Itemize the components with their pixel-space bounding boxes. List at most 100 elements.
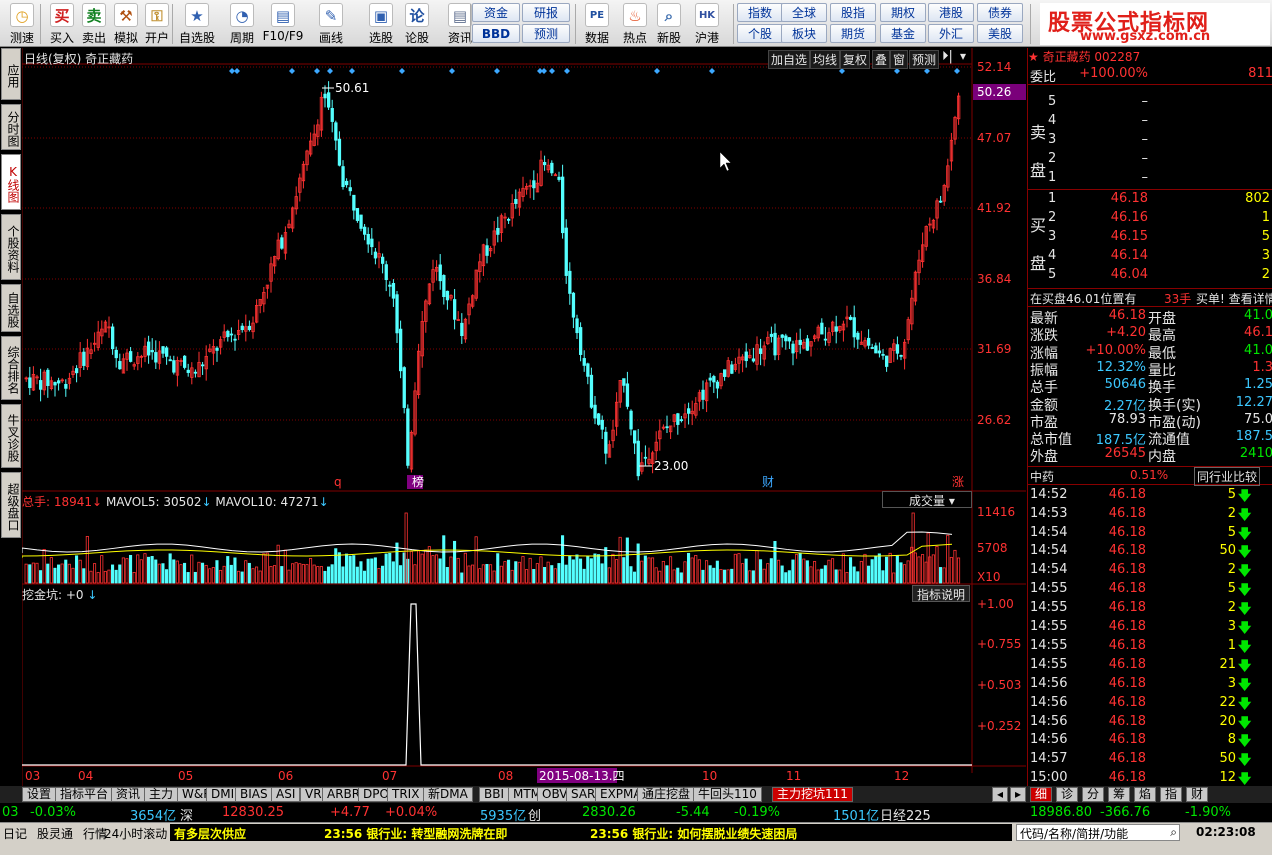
expand-icon[interactable]: ⏵| [942, 49, 953, 64]
toolbar-clock-button[interactable]: ◷ 测速 [5, 2, 39, 45]
ask-row[interactable]: 1– [1028, 170, 1272, 189]
indicator-tab-13[interactable]: BBI [479, 787, 510, 802]
toolbar-quick-13[interactable]: 基金 [880, 24, 926, 43]
indicator-tab-6[interactable]: BIAS [235, 787, 273, 802]
toolbar-lock-button[interactable]: ⚿ 开户 [140, 2, 174, 45]
news-scroller[interactable]: 有多层次供应 23:56 银行业: 转型融网洗牌在即 23:56 银行业: 如何摆脱… [170, 824, 1012, 841]
ask-row[interactable]: 5– [1028, 94, 1272, 113]
quote-tab-2[interactable]: 分 [1082, 787, 1105, 802]
quote-tab-6[interactable]: 财 [1186, 787, 1209, 802]
toolbar-quick-5[interactable]: 全球 [781, 3, 827, 22]
notice-action[interactable]: 买单! 查看详情 [1196, 290, 1272, 307]
news-item[interactable]: 有多层次供应 [174, 825, 246, 842]
ask-row[interactable]: 3– [1028, 132, 1272, 151]
toolbar-quick-15[interactable]: 美股 [977, 24, 1023, 43]
toolbar-quick-14[interactable]: 外汇 [928, 24, 974, 43]
left-tab-0[interactable]: 应用 [1, 48, 21, 100]
volume-bar [561, 535, 565, 584]
chart-button-1[interactable]: 均线 [810, 50, 841, 69]
toolbar-select-stock-button[interactable]: ▣ 选股 [360, 2, 402, 45]
indicator-help-button[interactable]: 指标说明 [912, 585, 971, 602]
order-notice[interactable]: 在买盘46.01位置有 33手 买单! 查看详情 [1028, 288, 1272, 307]
chevron-down-icon[interactable]: ▾ [960, 49, 966, 63]
indicator-tab-7[interactable]: ASI [271, 787, 301, 802]
toolbar-new-stock-button[interactable]: ⌕ 新股 [652, 2, 686, 45]
left-tab-1[interactable]: 分时图 [1, 104, 21, 150]
bid-row[interactable]: 3 46.15 5 [1028, 229, 1272, 248]
chart-button-5[interactable]: 预测 [909, 50, 940, 69]
search-icon[interactable]: ⌕ [1170, 825, 1177, 840]
left-tab-6[interactable]: 牛叉诊股 [1, 404, 21, 468]
toolbar-quick-10[interactable]: 个股 [737, 24, 783, 43]
bid-row[interactable]: 5 46.04 2 [1028, 267, 1272, 286]
toolbar-sell-button[interactable]: 卖卖出 [77, 2, 111, 45]
status-button-1[interactable]: 股灵通 [34, 825, 76, 842]
volume-bar [409, 550, 413, 584]
scroll-right-icon[interactable]: ▸ [1010, 787, 1027, 802]
ask-row[interactable]: 4– [1028, 113, 1272, 132]
toolbar-quick-3[interactable]: 预测 [522, 24, 570, 43]
indicator-tab-2[interactable]: 资讯 [111, 787, 146, 802]
scroll-left-icon[interactable]: ◂ [992, 787, 1009, 802]
toolbar-quick-12[interactable]: 期货 [830, 24, 876, 43]
volume-bar [463, 552, 467, 584]
toolbar-hk-connect-button[interactable]: HK 沪港通 [690, 2, 724, 62]
kline-chart-area[interactable]: 52.14 47.07 41.92 36.84 31.69 26.62 50.26 50.61… [22, 48, 1026, 786]
toolbar-buy-button[interactable]: 买买入 [45, 2, 79, 45]
volume-dropdown[interactable]: 成交量 ▾ [882, 491, 972, 508]
kline-chart-svg[interactable]: 52.14 47.07 41.92 36.84 31.69 26.62 50.26 50.61… [22, 48, 1026, 786]
toolbar-quick-4[interactable]: 指数 [737, 3, 783, 22]
status-button-0[interactable]: 日记 [0, 825, 30, 842]
news-item[interactable]: 23:56 银行业: 如何摆脱业绩失速困局 [590, 825, 797, 842]
candle-body [154, 352, 158, 363]
volume-bar [784, 572, 788, 584]
chart-button-4[interactable]: 窗 [890, 50, 909, 69]
left-tab-3[interactable]: 个股资料 [1, 214, 21, 280]
volume-bar [510, 569, 514, 584]
toolbar-period-button[interactable]: ◔ 周期 [221, 2, 263, 45]
industry-compare-button[interactable]: 同行业比较 [1194, 466, 1261, 486]
ask-row[interactable]: 2– [1028, 151, 1272, 170]
toolbar-hammer-button[interactable]: ⚒ 模拟 [109, 2, 143, 45]
bid-row[interactable]: 1 46.18 802 [1028, 191, 1272, 210]
toolbar-hot-button[interactable]: ♨ 热点 [618, 2, 652, 45]
toolbar-quick-2[interactable]: BBD [472, 24, 520, 43]
left-tab-2[interactable]: K线图 [1, 154, 21, 210]
search-input[interactable]: 代码/名称/简拼/功能 ⌕ [1016, 824, 1180, 841]
toolbar-quick-7[interactable]: 期权 [880, 3, 926, 22]
toolbar-f10-button[interactable]: ▤ F10/F9 [262, 2, 304, 45]
indicator-tab-11[interactable]: TRIX [387, 787, 425, 802]
chart-button-0[interactable]: 加自选 [768, 50, 811, 69]
quote-tab-1[interactable]: 诊 [1056, 787, 1079, 802]
indicator-tab-3[interactable]: 主力 [144, 787, 179, 802]
toolbar-quick-9[interactable]: 债券 [977, 3, 1023, 22]
star-icon[interactable]: ★ [1028, 50, 1043, 64]
indicator-tab-18[interactable]: 通庄挖盘 [637, 787, 696, 802]
indicator-tab-19[interactable]: 牛回头110 [693, 787, 762, 802]
quote-tab-5[interactable]: 指 [1160, 787, 1183, 802]
toolbar-pen-button[interactable]: ✎ 画线 [310, 2, 352, 45]
indicator-tab-20[interactable]: 主力挖坑111 [772, 787, 853, 802]
toolbar-forum-button[interactable]: 论论股堂 [400, 2, 434, 62]
toolbar-quick-1[interactable]: 研报 [522, 3, 570, 22]
quote-tab-4[interactable]: 焰 [1134, 787, 1157, 802]
indicator-tab-12[interactable]: 新DMA [423, 787, 473, 802]
indicator-tab-0[interactable]: 设置 [22, 787, 57, 802]
bid-row[interactable]: 4 46.14 3 [1028, 248, 1272, 267]
quote-tab-0[interactable]: 细 [1030, 787, 1053, 802]
left-tab-4[interactable]: 自选股 [1, 284, 21, 332]
chart-button-3[interactable]: 叠 [872, 50, 891, 69]
chart-button-2[interactable]: 复权 [840, 50, 871, 69]
indicator-tab-1[interactable]: 指标平台 [55, 787, 114, 802]
toolbar-quick-0[interactable]: 资金 [472, 3, 520, 22]
toolbar-quick-8[interactable]: 港股 [928, 3, 974, 22]
toolbar-quick-6[interactable]: 股指 [830, 3, 876, 22]
news-item[interactable]: 23:56 银行业: 转型融网洗牌在即 [324, 825, 507, 842]
left-tab-5[interactable]: 综合排名 [1, 336, 21, 400]
bid-row[interactable]: 2 46.16 1 [1028, 210, 1272, 229]
toolbar-quick-11[interactable]: 板块 [781, 24, 827, 43]
quote-tab-3[interactable]: 筹 [1108, 787, 1131, 802]
toolbar-star-button[interactable]: ★ 自选股 [176, 2, 218, 45]
toolbar-pe-button[interactable]: PE 数据 [580, 2, 614, 45]
left-tab-7[interactable]: 超级盘口 [1, 472, 21, 538]
